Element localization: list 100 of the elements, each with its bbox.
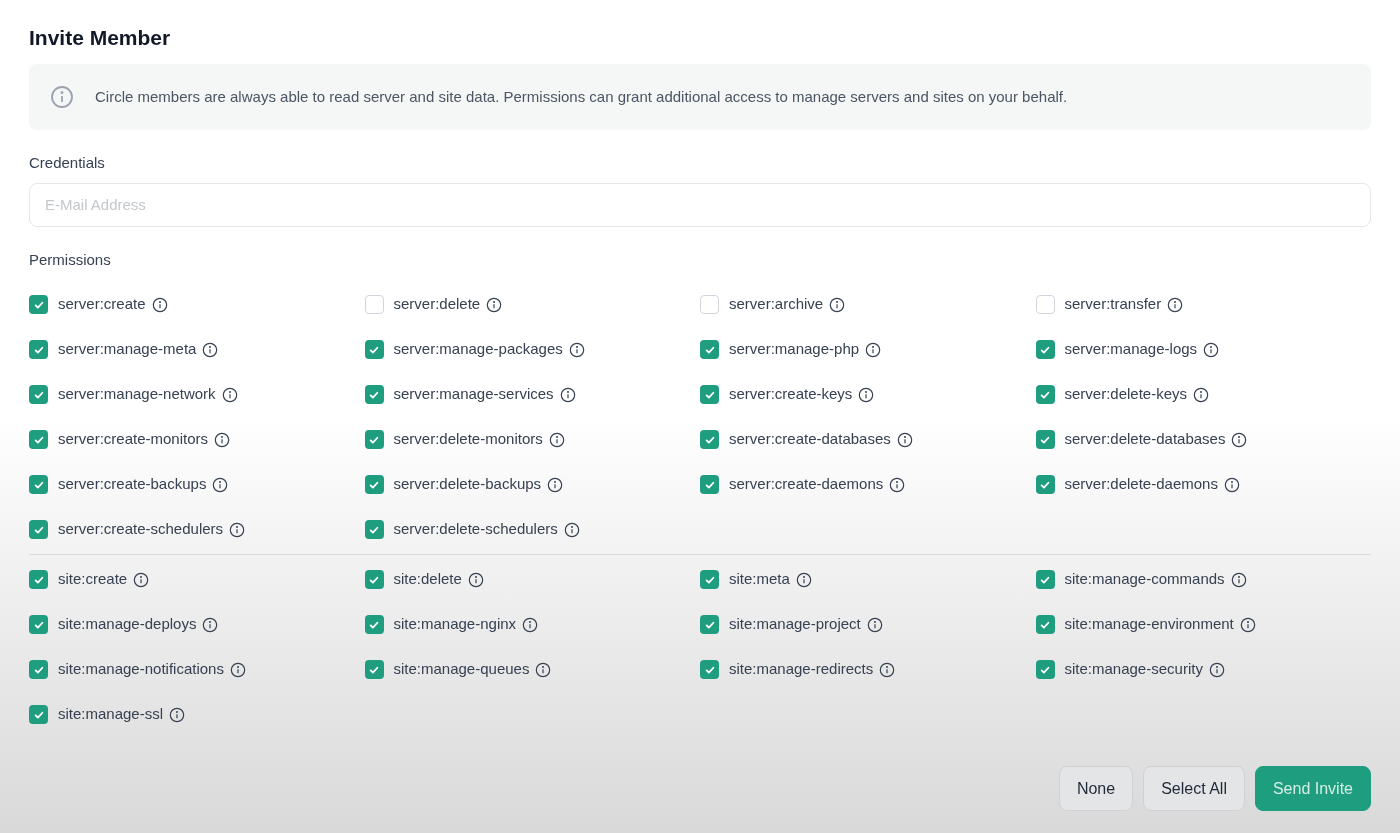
info-icon[interactable] <box>1208 661 1225 678</box>
permission-label: server:transfer <box>1064 294 1162 315</box>
info-icon[interactable] <box>866 616 883 633</box>
checkbox[interactable] <box>1035 570 1055 589</box>
info-icon[interactable] <box>889 476 906 493</box>
email-field[interactable]: E-Mail Address <box>29 182 1371 227</box>
info-icon[interactable] <box>1223 476 1240 493</box>
permission-label: server:create <box>58 294 146 315</box>
info-icon[interactable] <box>221 386 238 403</box>
info-icon[interactable] <box>212 476 229 493</box>
checkbox[interactable] <box>364 570 384 589</box>
info-icon <box>50 85 74 109</box>
info-icon[interactable] <box>795 571 812 588</box>
info-icon[interactable] <box>879 661 896 678</box>
info-icon[interactable] <box>548 431 565 448</box>
info-icon[interactable] <box>1203 341 1220 358</box>
checkbox[interactable] <box>29 430 48 449</box>
checkbox[interactable] <box>364 340 384 359</box>
info-icon[interactable] <box>858 386 875 403</box>
checkbox[interactable] <box>700 430 719 449</box>
info-icon[interactable] <box>568 341 585 358</box>
checkbox[interactable] <box>700 295 719 314</box>
info-icon[interactable] <box>202 341 219 358</box>
info-icon[interactable] <box>151 296 168 313</box>
info-icon[interactable] <box>486 296 503 313</box>
info-icon[interactable] <box>563 521 580 538</box>
checkbox[interactable] <box>29 615 48 634</box>
permission-label: site:manage-project <box>729 614 861 635</box>
checkbox[interactable] <box>364 615 384 634</box>
permission-label: server:create-databases <box>729 429 891 450</box>
checkbox[interactable] <box>29 705 48 724</box>
credentials-label: Credentials <box>29 153 106 173</box>
info-icon[interactable] <box>559 386 576 403</box>
checkbox[interactable] <box>1035 430 1055 449</box>
permission-label: server:delete-schedulers <box>393 519 558 540</box>
checkbox[interactable] <box>700 340 719 359</box>
permission-label: server:delete-backups <box>393 474 542 495</box>
info-icon[interactable] <box>896 431 913 448</box>
info-icon[interactable] <box>169 706 186 723</box>
info-icon[interactable] <box>214 431 231 448</box>
checkbox[interactable] <box>364 430 384 449</box>
checkbox[interactable] <box>29 520 48 539</box>
checkbox[interactable] <box>364 475 384 494</box>
checkbox[interactable] <box>29 475 48 494</box>
permission-label: site:meta <box>729 569 790 590</box>
permission-label: server:archive <box>729 294 824 315</box>
info-icon[interactable] <box>547 476 564 493</box>
checkbox[interactable] <box>1035 615 1055 634</box>
checkbox[interactable] <box>29 340 48 359</box>
checkbox[interactable] <box>364 295 384 314</box>
info-icon[interactable] <box>467 571 484 588</box>
info-icon[interactable] <box>535 661 552 678</box>
checkbox[interactable] <box>1035 385 1055 404</box>
permission-label: site:manage-commands <box>1064 569 1225 590</box>
info-icon[interactable] <box>202 616 219 633</box>
permission-label: server:manage-network <box>58 384 216 405</box>
action-button[interactable]: Select All <box>1143 766 1245 811</box>
checkbox[interactable] <box>700 385 719 404</box>
permission-label: server:create-backups <box>58 474 207 495</box>
checkbox[interactable] <box>700 475 719 494</box>
checkbox[interactable] <box>364 520 384 539</box>
checkbox[interactable] <box>29 295 48 314</box>
checkbox[interactable] <box>700 660 719 679</box>
permission-label: server:create-keys <box>729 384 853 405</box>
info-icon[interactable] <box>133 571 150 588</box>
permission-label: site:create <box>58 569 128 590</box>
action-button[interactable]: None <box>1058 766 1134 811</box>
permission-label: server:create-schedulers <box>58 519 224 540</box>
info-icon[interactable] <box>229 521 246 538</box>
checkbox[interactable] <box>1035 475 1055 494</box>
checkbox[interactable] <box>1035 660 1055 679</box>
checkbox[interactable] <box>700 615 719 634</box>
permission-label: site:manage-notifications <box>58 659 224 680</box>
permission-label: server:create-monitors <box>58 429 209 450</box>
checkbox[interactable] <box>364 385 384 404</box>
info-icon[interactable] <box>1239 616 1256 633</box>
permission-label: server:create-daemons <box>729 474 884 495</box>
info-icon[interactable] <box>229 661 246 678</box>
info-icon[interactable] <box>1231 431 1248 448</box>
info-icon[interactable] <box>829 296 846 313</box>
checkbox[interactable] <box>364 660 384 679</box>
permission-label: site:manage-ssl <box>58 704 164 725</box>
permission-label: site:delete <box>393 569 462 590</box>
checkbox[interactable] <box>29 570 48 589</box>
info-icon[interactable] <box>1167 296 1184 313</box>
permission-label: site:manage-nginx <box>393 614 517 635</box>
info-icon[interactable] <box>865 341 882 358</box>
info-icon[interactable] <box>522 616 539 633</box>
permission-label: site:manage-deploys <box>58 614 197 635</box>
checkbox[interactable] <box>1035 340 1055 359</box>
checkbox[interactable] <box>29 385 48 404</box>
checkbox[interactable] <box>700 570 719 589</box>
permission-label: server:manage-packages <box>393 339 563 360</box>
info-icon[interactable] <box>1230 571 1247 588</box>
permission-label: server:manage-php <box>729 339 860 360</box>
checkbox[interactable] <box>1035 295 1055 314</box>
checkbox[interactable] <box>29 660 48 679</box>
permission-label: server:manage-logs <box>1064 339 1198 360</box>
permission-label: server:delete-databases <box>1064 429 1226 450</box>
info-icon[interactable] <box>1193 386 1210 403</box>
